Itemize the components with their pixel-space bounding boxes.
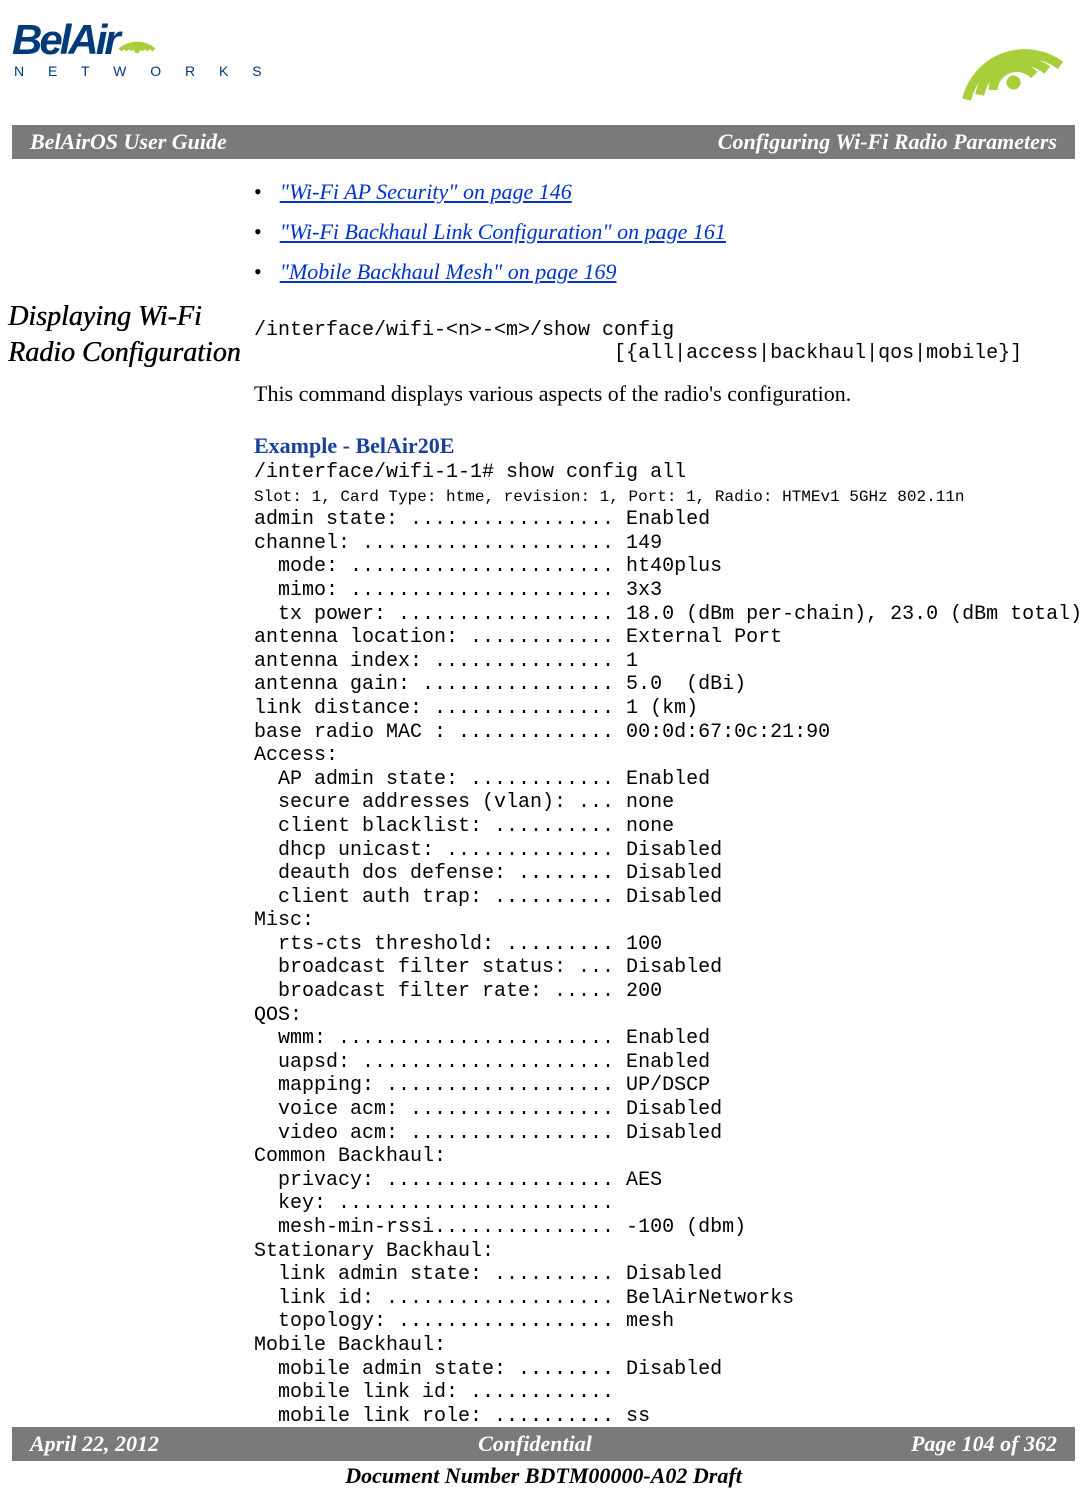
crossref-link[interactable]: "Mobile Backhaul Mesh" on page 169 <box>280 259 617 284</box>
console-block: admin state: ................. Enabled c… <box>254 508 1082 1428</box>
footer-confidential: Confidential <box>478 1431 592 1457</box>
guide-title: BelAirOS User Guide <box>30 129 227 155</box>
console-line: /interface/wifi-1-1# show config all <box>254 461 686 484</box>
console-line-small: Slot: 1, Card Type: htme, revision: 1, P… <box>254 488 965 506</box>
command-description: This command displays various aspects of… <box>254 381 1082 407</box>
crossref-link[interactable]: "Wi-Fi AP Security" on page 146 <box>280 179 572 204</box>
chapter-title: Configuring Wi-Fi Radio Parameters <box>718 129 1057 155</box>
header-bar: BelAirOS User Guide Configuring Wi-Fi Ra… <box>12 125 1075 159</box>
list-item: "Mobile Backhaul Mesh" on page 169 <box>254 259 1082 285</box>
example-heading: Example - BelAir20E <box>254 433 1082 459</box>
list-item: "Wi-Fi AP Security" on page 146 <box>254 179 1082 205</box>
logo-brand: BelAir <box>12 19 118 61</box>
wifi-icon-large <box>945 14 1065 109</box>
cross-ref-list: "Wi-Fi AP Security" on page 146 "Wi-Fi B… <box>254 179 1082 285</box>
logo-sub: N E T W O R K S <box>14 63 272 79</box>
command-syntax: /interface/wifi-<n>-<m>/show config [{al… <box>254 319 1082 365</box>
section-heading: Displaying Wi-Fi Radio Configuration <box>8 299 254 372</box>
belair-logo: BelAir N E T W O R K S <box>12 18 272 79</box>
footer-date: April 22, 2012 <box>30 1431 159 1457</box>
console-output: /interface/wifi-1-1# show config all Slo… <box>254 461 1082 1428</box>
footer-page: Page 104 of 362 <box>911 1431 1057 1457</box>
wifi-icon <box>116 20 158 61</box>
footer-bar: April 22, 2012 Confidential Page 104 of … <box>12 1427 1075 1461</box>
crossref-link[interactable]: "Wi-Fi Backhaul Link Configuration" on p… <box>280 219 726 244</box>
list-item: "Wi-Fi Backhaul Link Configuration" on p… <box>254 219 1082 245</box>
document-number: Document Number BDTM00000-A02 Draft <box>12 1463 1075 1489</box>
